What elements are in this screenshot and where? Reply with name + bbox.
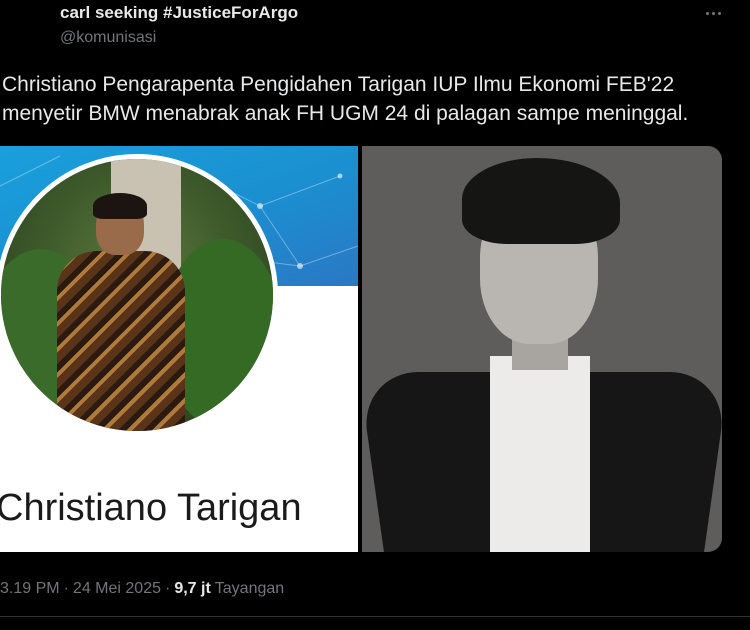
- tweet-text: Christiano Pengarapenta Pengidahen Tarig…: [2, 73, 689, 125]
- author-handle[interactable]: @komunisasi: [60, 28, 156, 48]
- tweet-time[interactable]: 3.19 PM: [0, 580, 60, 597]
- views-count: 9,7 jt: [174, 580, 211, 597]
- media-image-right[interactable]: [362, 146, 722, 552]
- divider: [0, 616, 750, 617]
- author-display-name[interactable]: carl seeking #JusticeForArgo: [60, 2, 298, 24]
- tweet: carl seeking #JusticeForArgo @komunisasi…: [0, 0, 750, 630]
- profile-photo: [0, 154, 278, 436]
- meta-separator: ·: [63, 580, 69, 597]
- tweet-meta: 3.19 PM · 24 Mei 2025 · 9,7 jt Tayangan: [0, 578, 284, 600]
- more-options-button[interactable]: [698, 2, 728, 24]
- tweet-header: carl seeking #JusticeForArgo @komunisasi: [60, 2, 730, 50]
- profile-name: Christiano Tarigan: [0, 487, 302, 529]
- more-horizontal-icon: [704, 11, 722, 15]
- media-image-left[interactable]: Christiano Tarigan: [0, 146, 358, 552]
- tweet-date[interactable]: 24 Mei 2025: [73, 580, 161, 597]
- media-grid: Christiano Tarigan: [0, 146, 722, 552]
- views-label: Tayangan: [214, 580, 285, 597]
- meta-separator: ·: [164, 580, 171, 597]
